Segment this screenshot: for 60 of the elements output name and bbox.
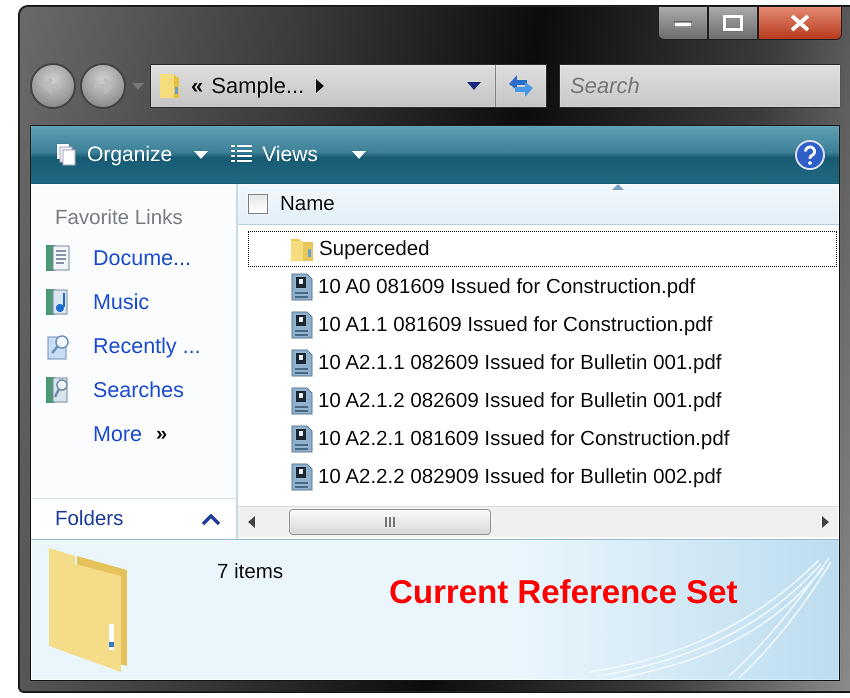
- favorite-link[interactable]: Music: [31, 280, 236, 324]
- close-icon: [790, 14, 810, 32]
- pdf-file-icon: [290, 387, 314, 415]
- address-bar[interactable]: « Sample...: [150, 64, 547, 108]
- more-link[interactable]: More »: [31, 412, 236, 456]
- column-header[interactable]: Name: [280, 192, 335, 216]
- item-count: 7 items: [217, 560, 284, 584]
- minimize-button[interactable]: [658, 7, 708, 40]
- annotation-text: Current Reference Set: [389, 573, 738, 611]
- views-button[interactable]: Views: [224, 138, 372, 172]
- breadcrumb-overflow[interactable]: «: [191, 73, 204, 99]
- select-all-checkbox[interactable]: [248, 194, 268, 214]
- file-name: 10 A2.1.1 082609 Issued for Bulletin 001.pdf: [318, 351, 722, 375]
- maximize-icon: [723, 15, 743, 31]
- file-row[interactable]: 10 A1.1 081609 Issued for Construction.pdf: [248, 307, 837, 343]
- refresh-icon: [506, 73, 536, 99]
- back-arrow-icon: [42, 77, 64, 95]
- scroll-left-icon[interactable]: [248, 516, 255, 528]
- help-icon[interactable]: [795, 140, 825, 170]
- file-row[interactable]: 10 A0 081609 Issued for Construction.pdf: [248, 269, 837, 305]
- folders-toggle[interactable]: Folders: [31, 498, 236, 539]
- folder-icon: [159, 71, 181, 101]
- breadcrumb-item[interactable]: Sample...: [211, 73, 304, 99]
- forward-button[interactable]: [80, 63, 126, 109]
- file-name: 10 A0 081609 Issued for Construction.pdf: [318, 275, 696, 299]
- breadcrumb-arrow-icon[interactable]: [316, 79, 324, 93]
- file-name: 10 A2.1.2 082609 Issued for Bulletin 001.pdf: [318, 389, 722, 413]
- search-field[interactable]: Search: [559, 64, 840, 108]
- organize-button[interactable]: Organize: [49, 138, 214, 172]
- file-row[interactable]: Superceded: [248, 231, 837, 267]
- pdf-file-icon: [290, 425, 314, 453]
- pdf-file-icon: [290, 349, 314, 377]
- caret-up-icon: [202, 514, 220, 524]
- sort-arrow-icon: [612, 184, 624, 190]
- caret-icon: [352, 151, 366, 159]
- file-name: 10 A2.2.1 081609 Issued for Construction.pdf: [318, 427, 730, 451]
- file-row[interactable]: 10 A2.1.1 082609 Issued for Bulletin 001.pdf: [248, 345, 837, 381]
- favorite-link[interactable]: Docume...: [31, 236, 236, 280]
- forward-arrow-icon: [92, 77, 114, 95]
- close-button[interactable]: [758, 7, 842, 40]
- caret-icon: [194, 151, 208, 159]
- file-name: 10 A2.2.2 082909 Issued for Bulletin 002.pdf: [318, 465, 722, 489]
- pdf-file-icon: [290, 273, 314, 301]
- favorite-link[interactable]: Recently ...: [31, 324, 236, 368]
- scroll-right-icon[interactable]: [822, 516, 829, 528]
- scrollbar-thumb[interactable]: [289, 509, 491, 535]
- file-name: Superceded: [319, 237, 430, 261]
- file-row[interactable]: 10 A2.2.2 082909 Issued for Bulletin 002.pdf: [248, 459, 837, 495]
- pdf-file-icon: [290, 463, 314, 491]
- sidebar-heading: Favorite Links: [54, 205, 184, 231]
- back-button[interactable]: [30, 63, 76, 109]
- favorite-link[interactable]: Searches: [31, 368, 236, 412]
- dropdown-caret-icon[interactable]: [467, 82, 481, 90]
- maximize-button[interactable]: [708, 7, 758, 40]
- file-name: 10 A1.1 081609 Issued for Construction.pdf: [318, 313, 712, 337]
- minimize-icon: [674, 19, 692, 27]
- grip-icon: [384, 517, 396, 527]
- pdf-file-icon: [290, 311, 314, 339]
- file-row[interactable]: 10 A2.1.2 082609 Issued for Bulletin 001.pdf: [248, 383, 837, 419]
- file-row[interactable]: 10 A2.2.1 081609 Issued for Construction.pdf: [248, 421, 837, 457]
